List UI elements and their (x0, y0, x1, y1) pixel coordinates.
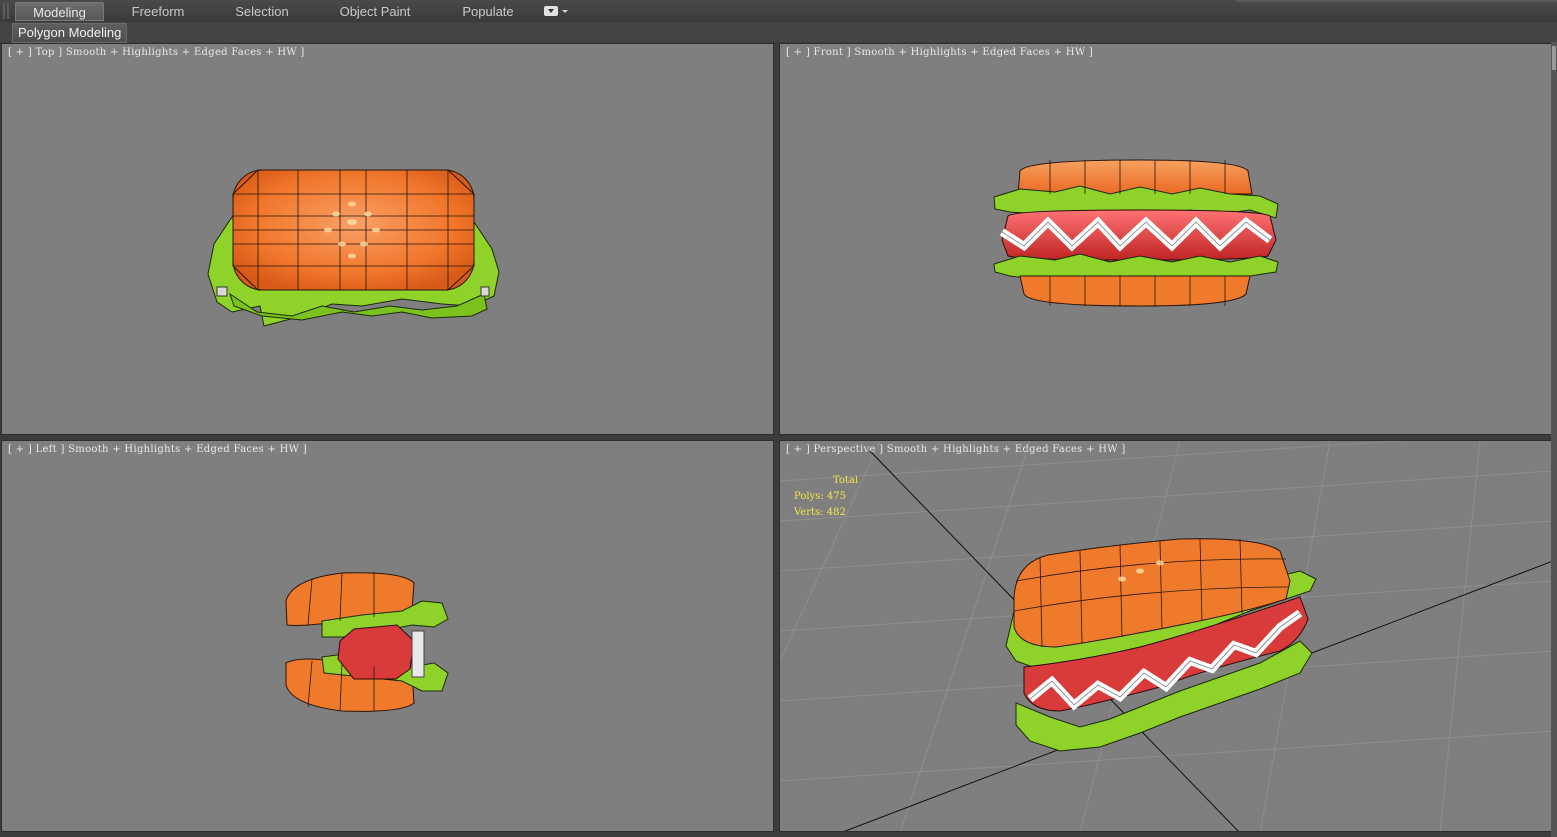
ribbon-panel-bar: Polygon Modeling (0, 22, 1557, 43)
tab-populate[interactable]: Populate (448, 2, 528, 21)
viewport-perspective[interactable]: [ + ] Perspective ] Smooth + Highlights … (779, 440, 1552, 832)
tab-object-paint[interactable]: Object Paint (330, 2, 420, 21)
tab-freeform[interactable]: Freeform (118, 2, 198, 21)
hotdog-left-view (285, 572, 449, 712)
toolbar-grip[interactable] (3, 3, 9, 19)
tab-modeling[interactable]: Modeling (15, 2, 104, 21)
hotdog-top-view (207, 169, 500, 327)
polygon-modeling-button[interactable]: Polygon Modeling (12, 23, 128, 43)
right-scrollbar[interactable] (1551, 42, 1557, 837)
hotdog-front-view (993, 159, 1279, 307)
viewport-left[interactable]: [ + ] Left ] Smooth + Highlights + Edged… (1, 440, 774, 832)
tab-selection[interactable]: Selection (222, 2, 302, 21)
ribbon-options-icon[interactable] (544, 6, 568, 17)
viewport-top[interactable]: [ + ] Top ] Smooth + Highlights + Edged … (1, 43, 774, 435)
ribbon-tab-bar: Modeling Freeform Selection Object Paint… (0, 0, 1557, 23)
ribbon-divider (1236, 0, 1557, 2)
hotdog-perspective-view (780, 441, 1551, 831)
viewport-front[interactable]: [ + ] Front ] Smooth + Highlights + Edge… (779, 43, 1552, 435)
